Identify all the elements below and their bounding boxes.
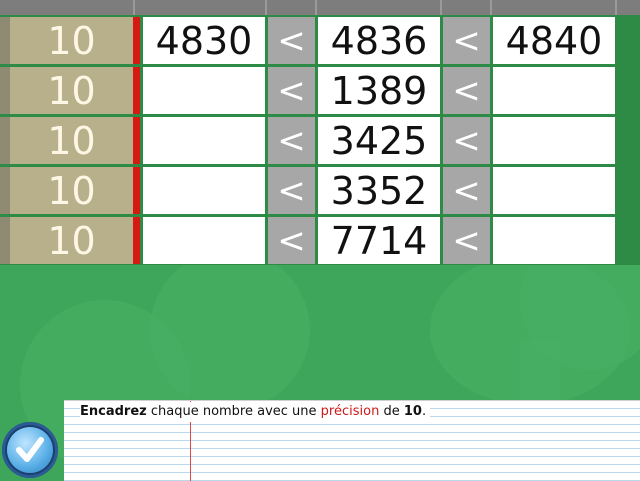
less-than-symbol: < — [443, 67, 490, 114]
upper-bound-field[interactable] — [493, 167, 615, 214]
lower-bound-field[interactable] — [143, 167, 265, 214]
instruction-de: de — [379, 404, 404, 419]
red-separator — [133, 167, 140, 214]
table-row: 10 4830 < 4836 < 4840 — [0, 17, 640, 64]
lower-bound-field[interactable] — [143, 67, 265, 114]
precision-cell: 10 — [10, 117, 133, 164]
table-row: 10 < 1389 < — [0, 67, 640, 114]
less-than-symbol: < — [268, 17, 315, 64]
checkmark-icon — [7, 427, 53, 473]
number-cell: 4836 — [318, 17, 440, 64]
number-cell: 7714 — [318, 217, 440, 264]
instruction-panel: Encadrez chaque nombre avec une précisio… — [64, 400, 640, 481]
number-table: 10 4830 < 4836 < 4840 10 < 1389 < 10 < 3… — [0, 0, 640, 265]
precision-cell: 10 — [10, 217, 133, 264]
red-separator — [133, 217, 140, 264]
less-than-symbol: < — [443, 217, 490, 264]
precision-cell: 10 — [10, 17, 133, 64]
red-separator — [133, 17, 140, 64]
instruction-verb: Encadrez — [80, 404, 147, 419]
red-separator — [133, 117, 140, 164]
upper-bound-field[interactable] — [493, 67, 615, 114]
lower-bound-field[interactable]: 4830 — [143, 17, 265, 64]
table-row: 10 < 3425 < — [0, 117, 640, 164]
table-header-strip — [0, 0, 640, 15]
row-edge — [0, 117, 10, 164]
less-than-symbol: < — [268, 167, 315, 214]
validate-button[interactable] — [2, 422, 58, 478]
instruction-middle: chaque nombre avec une — [146, 404, 321, 419]
upper-bound-field[interactable]: 4840 — [493, 17, 615, 64]
row-edge — [0, 167, 10, 214]
less-than-symbol: < — [268, 67, 315, 114]
precision-cell: 10 — [10, 167, 133, 214]
less-than-symbol: < — [268, 117, 315, 164]
precision-cell: 10 — [10, 67, 133, 114]
upper-bound-field[interactable] — [493, 217, 615, 264]
instruction-period: . — [421, 404, 427, 419]
less-than-symbol: < — [268, 217, 315, 264]
number-cell: 1389 — [318, 67, 440, 114]
instruction-text: Encadrez chaque nombre avec une précisio… — [80, 402, 431, 422]
number-cell: 3352 — [318, 167, 440, 214]
instruction-precision-value: 10 — [403, 404, 422, 419]
upper-bound-field[interactable] — [493, 117, 615, 164]
lower-bound-field[interactable] — [143, 217, 265, 264]
row-edge — [0, 17, 10, 64]
number-cell: 3425 — [318, 117, 440, 164]
table-row: 10 < 3352 < — [0, 167, 640, 214]
less-than-symbol: < — [443, 17, 490, 64]
less-than-symbol: < — [443, 117, 490, 164]
less-than-symbol: < — [443, 167, 490, 214]
red-separator — [133, 67, 140, 114]
table-row: 10 < 7714 < — [0, 217, 640, 264]
row-edge — [0, 217, 10, 264]
lower-bound-field[interactable] — [143, 117, 265, 164]
instruction-highlight: précision — [320, 404, 380, 419]
row-edge — [0, 67, 10, 114]
